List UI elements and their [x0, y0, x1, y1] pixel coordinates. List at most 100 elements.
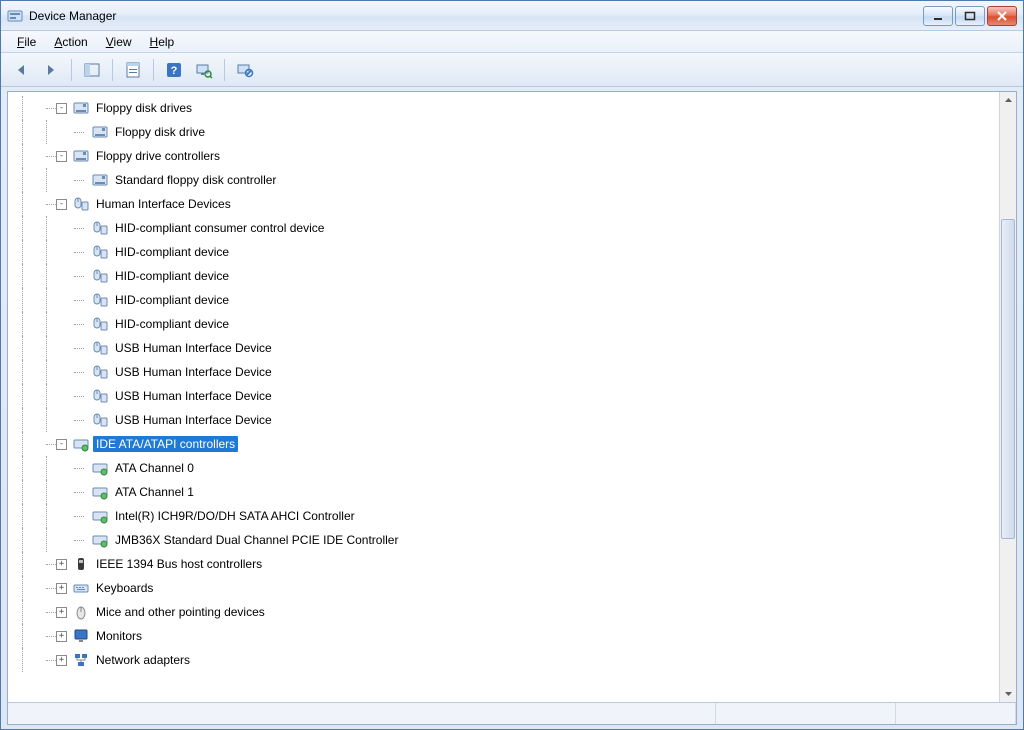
tree-node[interactable]: Floppy disk drive	[16, 120, 999, 144]
tree-node[interactable]: + Keyboards	[16, 576, 999, 600]
tree-node-label[interactable]: HID-compliant consumer control device	[112, 220, 327, 236]
collapse-icon[interactable]: -	[56, 103, 67, 114]
scroll-thumb[interactable]	[1001, 219, 1015, 539]
tree-node-label[interactable]: Intel(R) ICH9R/DO/DH SATA AHCI Controlle…	[112, 508, 358, 524]
hid-icon	[73, 196, 89, 212]
close-button[interactable]	[987, 6, 1017, 26]
tree-node[interactable]: HID-compliant device	[16, 264, 999, 288]
tree-node[interactable]: - Floppy disk drives	[16, 96, 999, 120]
help-button[interactable]: ?	[160, 57, 188, 83]
collapse-icon[interactable]: -	[56, 151, 67, 162]
tree-node-label[interactable]: Monitors	[93, 628, 145, 644]
scan-hardware-button[interactable]	[190, 57, 218, 83]
hid-icon	[92, 340, 108, 356]
device-tree[interactable]: - Floppy disk drives Floppy disk drive - Flo…	[8, 92, 999, 702]
tree-node-label[interactable]: Keyboards	[93, 580, 156, 596]
window-controls	[923, 6, 1017, 26]
menu-file[interactable]: File	[9, 33, 44, 51]
scroll-up-button[interactable]	[1000, 92, 1016, 109]
scroll-down-button[interactable]	[1000, 685, 1016, 702]
collapse-icon[interactable]: -	[56, 439, 67, 450]
tree-node-label[interactable]: USB Human Interface Device	[112, 364, 275, 380]
tree-node-label[interactable]: Standard floppy disk controller	[112, 172, 279, 188]
tree-node-label[interactable]: IDE ATA/ATAPI controllers	[93, 436, 238, 452]
keyboard-icon	[73, 580, 89, 596]
tree-node[interactable]: USB Human Interface Device	[16, 360, 999, 384]
maximize-button[interactable]	[955, 6, 985, 26]
expand-icon[interactable]: +	[56, 655, 67, 666]
menu-action[interactable]: Action	[46, 33, 95, 51]
content-frame: - Floppy disk drives Floppy disk drive - Flo…	[7, 91, 1017, 725]
show-hide-tree-button[interactable]	[78, 57, 106, 83]
tree-node[interactable]: HID-compliant consumer control device	[16, 216, 999, 240]
tree-node[interactable]: ATA Channel 1	[16, 480, 999, 504]
tree-node[interactable]: + IEEE 1394 Bus host controllers	[16, 552, 999, 576]
tree-node[interactable]: JMB36X Standard Dual Channel PCIE IDE Co…	[16, 528, 999, 552]
tree-node[interactable]: Standard floppy disk controller	[16, 168, 999, 192]
floppy-drive-icon	[92, 124, 108, 140]
menu-view[interactable]: View	[98, 33, 140, 51]
tree-node[interactable]: USB Human Interface Device	[16, 408, 999, 432]
tree-node[interactable]: - IDE ATA/ATAPI controllers	[16, 432, 999, 456]
expand-icon[interactable]: +	[56, 631, 67, 642]
toolbar-separator	[224, 59, 225, 81]
ide-icon	[92, 532, 108, 548]
tree-node[interactable]: - Human Interface Devices	[16, 192, 999, 216]
status-segment	[896, 703, 1016, 724]
tree-node-label[interactable]: Floppy disk drives	[93, 100, 195, 116]
uninstall-button[interactable]	[231, 57, 259, 83]
tree-node-label[interactable]: IEEE 1394 Bus host controllers	[93, 556, 265, 572]
tree-node-label[interactable]: HID-compliant device	[112, 292, 232, 308]
tree-node-label[interactable]: HID-compliant device	[112, 316, 232, 332]
tree-node-label[interactable]: JMB36X Standard Dual Channel PCIE IDE Co…	[112, 532, 401, 548]
tree-node[interactable]: + Network adapters	[16, 648, 999, 672]
titlebar[interactable]: Device Manager	[1, 1, 1023, 31]
hid-icon	[92, 388, 108, 404]
tree-node-label[interactable]: USB Human Interface Device	[112, 340, 275, 356]
tree-node-label[interactable]: Mice and other pointing devices	[93, 604, 268, 620]
hid-icon	[92, 316, 108, 332]
tree-node[interactable]: USB Human Interface Device	[16, 336, 999, 360]
minimize-button[interactable]	[923, 6, 953, 26]
tree-node-label[interactable]: Floppy drive controllers	[93, 148, 223, 164]
expand-icon[interactable]: +	[56, 559, 67, 570]
collapse-icon[interactable]: -	[56, 199, 67, 210]
tree-node[interactable]: HID-compliant device	[16, 240, 999, 264]
tree-container: - Floppy disk drives Floppy disk drive - Flo…	[8, 92, 1016, 702]
tree-node[interactable]: HID-compliant device	[16, 288, 999, 312]
tree-node-label[interactable]: ATA Channel 0	[112, 460, 197, 476]
ide-icon	[92, 508, 108, 524]
floppy-drive-icon	[73, 100, 89, 116]
hid-icon	[92, 412, 108, 428]
tree-node-label[interactable]: HID-compliant device	[112, 244, 232, 260]
menu-help[interactable]: Help	[142, 33, 183, 51]
tree-node[interactable]: + Monitors	[16, 624, 999, 648]
tree-node[interactable]: ATA Channel 0	[16, 456, 999, 480]
tree-node[interactable]: + Mice and other pointing devices	[16, 600, 999, 624]
floppy-controller-icon	[92, 172, 108, 188]
hid-icon	[92, 292, 108, 308]
expand-icon[interactable]: +	[56, 607, 67, 618]
scroll-track[interactable]	[1000, 109, 1016, 685]
vertical-scrollbar[interactable]	[999, 92, 1016, 702]
tree-node-label[interactable]: Network adapters	[93, 652, 193, 668]
properties-button[interactable]	[119, 57, 147, 83]
tree-node-label[interactable]: HID-compliant device	[112, 268, 232, 284]
tree-node[interactable]: - Floppy drive controllers	[16, 144, 999, 168]
back-button[interactable]	[7, 57, 35, 83]
tree-node-label[interactable]: USB Human Interface Device	[112, 388, 275, 404]
toolbar: ?	[1, 53, 1023, 87]
hid-icon	[92, 268, 108, 284]
tree-node-label[interactable]: ATA Channel 1	[112, 484, 197, 500]
toolbar-separator	[71, 59, 72, 81]
tree-node-label[interactable]: Floppy disk drive	[112, 124, 208, 140]
tree-node-label[interactable]: USB Human Interface Device	[112, 412, 275, 428]
tree-node[interactable]: HID-compliant device	[16, 312, 999, 336]
expand-icon[interactable]: +	[56, 583, 67, 594]
tree-node[interactable]: USB Human Interface Device	[16, 384, 999, 408]
floppy-controller-icon	[73, 148, 89, 164]
menubar: File Action View Help	[1, 31, 1023, 53]
forward-button[interactable]	[37, 57, 65, 83]
tree-node-label[interactable]: Human Interface Devices	[93, 196, 234, 212]
tree-node[interactable]: Intel(R) ICH9R/DO/DH SATA AHCI Controlle…	[16, 504, 999, 528]
